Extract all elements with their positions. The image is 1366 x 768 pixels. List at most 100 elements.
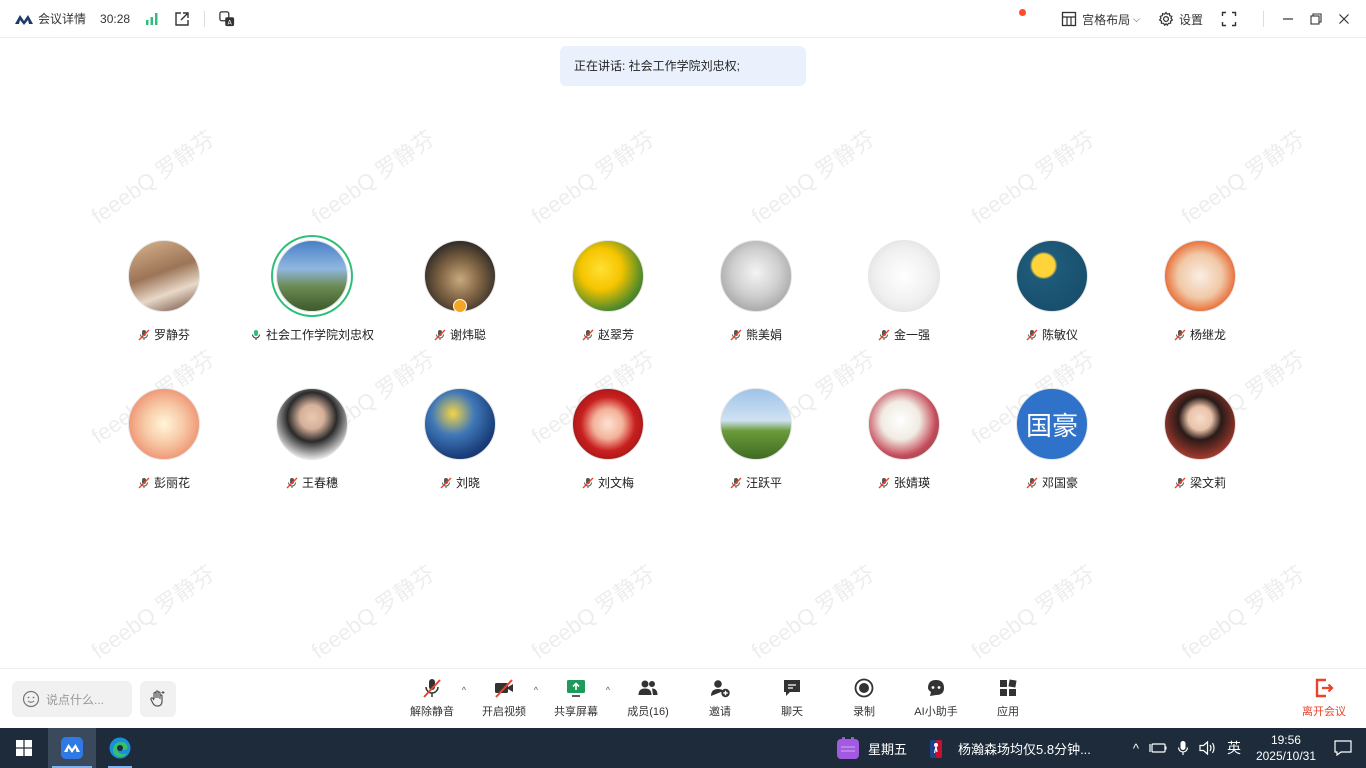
- minimize-button[interactable]: [1274, 0, 1302, 38]
- translate-icon[interactable]: A: [219, 10, 235, 27]
- close-icon: [1339, 14, 1349, 24]
- start-button[interactable]: [0, 728, 48, 768]
- mic-muted-icon: [434, 329, 446, 340]
- quick-chat-input[interactable]: 说点什么...: [12, 681, 132, 717]
- avatar: [128, 388, 200, 460]
- participant-tile[interactable]: 熊美娟: [682, 240, 830, 388]
- network-signal-icon[interactable]: [144, 11, 160, 27]
- participant-tile[interactable]: 赵翠芳: [534, 240, 682, 388]
- layout-label: 宫格布局: [1082, 12, 1131, 27]
- participant-tile[interactable]: 社会工作学院刘忠权: [238, 240, 386, 388]
- leave-meeting-button[interactable]: 离开会议: [1302, 677, 1346, 719]
- show-hidden-icons-chevron-icon[interactable]: ^: [1133, 741, 1139, 756]
- participant-name: 梁文莉: [1189, 476, 1226, 490]
- participant-tile[interactable]: 金一强: [830, 240, 978, 388]
- meeting-toolbar: 说点什么... ^ 解除静音 ^ 开启视频 ^ 共享屏幕 成员(16) 邀请 聊…: [0, 668, 1366, 728]
- chevron-up-icon[interactable]: ^: [534, 685, 538, 695]
- tool-label: 成员(16): [627, 706, 669, 718]
- chevron-up-icon[interactable]: ^: [462, 685, 466, 695]
- apps-button[interactable]: 应用: [972, 677, 1044, 719]
- members-button[interactable]: 成员(16): [612, 677, 684, 719]
- tool-label: 解除静音: [410, 706, 454, 718]
- watermark: feeebQ 罗静芬: [526, 560, 660, 664]
- restore-button[interactable]: [1302, 0, 1330, 38]
- leave-label: 离开会议: [1302, 706, 1346, 718]
- mic-muted-icon: [878, 477, 890, 488]
- unmute-button[interactable]: ^ 解除静音: [396, 677, 468, 719]
- share-screen-button[interactable]: ^ 共享屏幕: [540, 677, 612, 719]
- settings-button[interactable]: 设置: [1158, 11, 1203, 28]
- speaking-banner: 正在讲话: 社会工作学院刘忠权;: [560, 46, 806, 86]
- microphone-icon[interactable]: [1177, 740, 1189, 756]
- participant-tile[interactable]: 罗静芬: [90, 240, 238, 388]
- chevron-down-icon: ⌵: [1133, 13, 1140, 24]
- raise-hand-button[interactable]: [140, 681, 176, 717]
- nba-logo-icon: [930, 739, 942, 758]
- battery-icon[interactable]: [1149, 741, 1167, 755]
- mic-muted-icon: [730, 329, 742, 340]
- participant-tile[interactable]: 刘晓: [386, 388, 534, 536]
- windows-logo-icon: [16, 740, 32, 756]
- record-icon: [854, 678, 874, 698]
- watermark: feeebQ 罗静芬: [86, 125, 220, 229]
- participant-name: 罗静芬: [153, 328, 190, 342]
- watermark: feeebQ 罗静芬: [746, 560, 880, 664]
- mic-muted-icon: [138, 329, 150, 340]
- tencent-meeting-logo-icon: [15, 14, 33, 25]
- watermark: feeebQ 罗静芬: [966, 125, 1100, 229]
- fullscreen-icon[interactable]: [1221, 11, 1237, 27]
- weather-widget[interactable]: 星期五: [836, 736, 907, 760]
- avatar: [424, 388, 496, 460]
- watermark: feeebQ 罗静芬: [526, 125, 660, 229]
- tool-label: 应用: [997, 706, 1019, 718]
- ai-assistant-button[interactable]: AI小助手: [900, 677, 972, 719]
- layout-button[interactable]: 宫格布局 ⌵: [1061, 11, 1140, 28]
- grid-layout-icon: [1061, 11, 1077, 27]
- invite-icon: [711, 680, 730, 698]
- participant-name: 彭丽花: [153, 476, 190, 490]
- chat-button[interactable]: 聊天: [756, 677, 828, 719]
- participant-tile[interactable]: 刘文梅: [534, 388, 682, 536]
- share-screen-icon: [567, 680, 585, 697]
- avatar: [1164, 388, 1236, 460]
- news-widget[interactable]: 杨瀚森场均仅5.8分钟...: [930, 739, 1091, 758]
- windows-taskbar: 星期五 杨瀚森场均仅5.8分钟... ^ 英 19:56 2025/10/31: [0, 728, 1366, 768]
- meeting-info-link[interactable]: 会议详情: [38, 10, 86, 27]
- system-clock[interactable]: 19:56 2025/10/31: [1256, 732, 1316, 764]
- start-video-button[interactable]: ^ 开启视频: [468, 677, 540, 719]
- chat-icon: [784, 680, 800, 696]
- share-link-icon[interactable]: [174, 11, 190, 27]
- participant-name: 汪跃平: [745, 476, 782, 490]
- volume-icon[interactable]: [1199, 740, 1217, 756]
- mic-muted-icon: [730, 477, 742, 488]
- avatar: [720, 388, 792, 460]
- emoji-icon: [22, 690, 40, 708]
- taskbar-app-edge[interactable]: [96, 728, 144, 768]
- tool-label: 共享屏幕: [554, 706, 598, 718]
- participant-tile[interactable]: 陈敏仪: [978, 240, 1126, 388]
- participant-tile[interactable]: 张婧瑛: [830, 388, 978, 536]
- close-button[interactable]: [1330, 0, 1358, 38]
- watermark: feeebQ 罗静芬: [306, 560, 440, 664]
- system-tray: ^ 英 19:56 2025/10/31: [1128, 728, 1366, 768]
- invite-button[interactable]: 邀请: [684, 677, 756, 719]
- participant-tile[interactable]: 谢炜聪: [386, 240, 534, 388]
- participant-name: 社会工作学院刘忠权: [265, 328, 374, 342]
- mic-muted-icon: [286, 477, 298, 488]
- avatar: [720, 240, 792, 312]
- participant-tile[interactable]: 杨继龙: [1126, 240, 1274, 388]
- participant-tile[interactable]: 汪跃平: [682, 388, 830, 536]
- participant-tile[interactable]: 国豪 邓国豪: [978, 388, 1126, 536]
- participant-tile[interactable]: 梁文莉: [1126, 388, 1274, 536]
- participant-tile[interactable]: 彭丽花: [90, 388, 238, 536]
- notification-center-icon[interactable]: [1334, 740, 1352, 756]
- settings-label: 设置: [1178, 12, 1203, 27]
- record-button[interactable]: 录制: [828, 677, 900, 719]
- input-method-indicator[interactable]: 英: [1227, 738, 1241, 758]
- taskbar-app-tencent-meeting[interactable]: [48, 728, 96, 768]
- chevron-up-icon[interactable]: ^: [606, 685, 610, 695]
- avatar: [1016, 240, 1088, 312]
- tool-label: AI小助手: [914, 706, 958, 718]
- ai-assistant-icon: [928, 680, 944, 696]
- participant-tile[interactable]: 王春穗: [238, 388, 386, 536]
